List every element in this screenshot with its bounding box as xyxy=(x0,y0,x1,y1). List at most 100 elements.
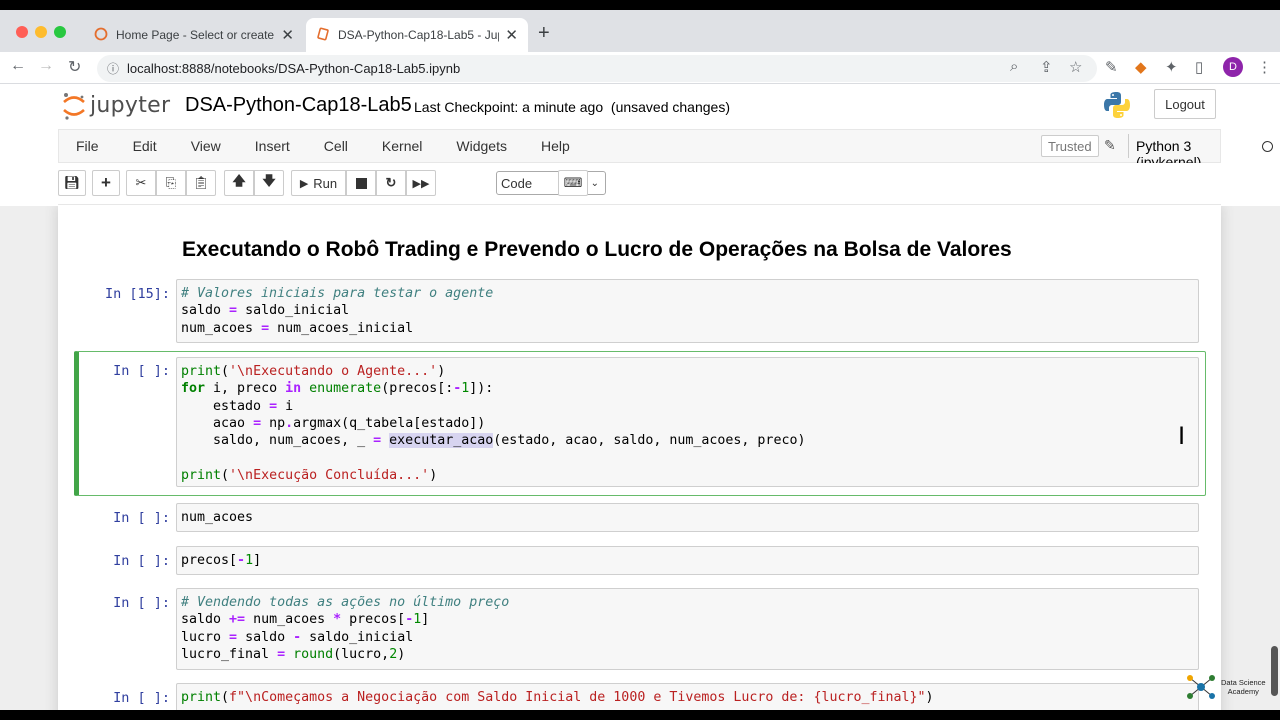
jupyter-header: jupyter DSA-Python-Cap18-Lab5 Last Check… xyxy=(0,84,1280,129)
menu-help[interactable]: Help xyxy=(524,138,587,154)
tab-title: Home Page - Select or create a notebook xyxy=(116,28,275,42)
dsa-line1: Data Science xyxy=(1221,678,1266,687)
profile-avatar[interactable]: D xyxy=(1223,57,1243,77)
cell-prompt: In [ ]: xyxy=(113,690,170,706)
logout-button[interactable]: Logout xyxy=(1154,89,1216,119)
scrollbar-thumb[interactable] xyxy=(1271,646,1278,696)
dsa-logo-text: Data Science Academy xyxy=(1221,678,1266,696)
code-cell-2[interactable]: print('\nExecutando o Agente...') for i,… xyxy=(176,357,1199,487)
code-cell-1[interactable]: # Valores iniciais para testar o agente … xyxy=(176,279,1199,343)
cell-prompt: In [15]: xyxy=(104,286,170,302)
zoom-icon[interactable]: ⌕ xyxy=(1010,58,1018,75)
chevron-down-icon: ⌄ xyxy=(590,177,599,189)
menu-insert[interactable]: Insert xyxy=(238,138,307,154)
run-label: Run xyxy=(313,175,338,191)
info-icon: ⓘ xyxy=(107,62,120,76)
command-palette-button[interactable]: ⌨ xyxy=(558,170,588,196)
menu-widgets[interactable]: Widgets xyxy=(439,138,524,154)
dsa-network-icon xyxy=(1187,675,1215,699)
screen: Home Page - Select or create a notebook … xyxy=(0,10,1280,710)
checkpoint-status: Last Checkpoint: a minute ago (unsaved c… xyxy=(414,99,730,115)
cut-cells-button[interactable]: ✂ xyxy=(126,170,156,196)
metamask-fox-icon[interactable]: ◆ xyxy=(1135,58,1147,76)
code-editor[interactable]: precos[-1] xyxy=(177,547,1198,569)
notebook-area: Executando o Robô Trading e Prevendo o L… xyxy=(0,206,1280,710)
forward-icon[interactable]: → xyxy=(38,57,54,75)
code-cell-6[interactable]: print(f"\nComeçamos a Negociação com Sal… xyxy=(176,683,1199,710)
scissors-icon: ✂ xyxy=(135,175,147,190)
plus-icon: + xyxy=(101,173,111,192)
jupyter-logo-text: jupyter xyxy=(90,92,171,118)
cell-prompt: In [ ]: xyxy=(113,510,170,526)
restart-run-all-button[interactable]: ▶▶ xyxy=(406,170,436,196)
new-tab-icon[interactable]: + xyxy=(538,22,550,45)
menu-kernel[interactable]: Kernel xyxy=(365,138,439,154)
close-tab-icon[interactable]: ✕ xyxy=(505,26,518,44)
autosave-status: (unsaved changes) xyxy=(610,99,730,115)
share-icon[interactable]: ⇪ xyxy=(1040,58,1053,76)
code-editor[interactable]: print('\nExecutando o Agente...') for i,… xyxy=(177,358,1198,484)
jupyter-tab-icon xyxy=(94,27,108,44)
cell-type-value: Code xyxy=(501,175,533,191)
markdown-heading: Executando o Robô Trading e Prevendo o L… xyxy=(182,238,1012,261)
menu-edit[interactable]: Edit xyxy=(116,138,174,154)
minimize-window-button[interactable] xyxy=(35,26,47,38)
notebook-tab-icon xyxy=(316,27,330,44)
cell-prompt: In [ ]: xyxy=(113,595,170,611)
code-editor[interactable]: # Vendendo todas as ações no último preç… xyxy=(177,589,1198,663)
tab-title: DSA-Python-Cap18-Lab5 - Jupyter Notebook xyxy=(338,28,499,42)
jupyter-logo[interactable]: jupyter xyxy=(62,91,171,120)
close-tab-icon[interactable]: ✕ xyxy=(281,26,294,44)
code-cell-3[interactable]: num_acoes xyxy=(176,503,1199,532)
code-editor[interactable]: # Valores iniciais para testar o agente … xyxy=(177,280,1198,337)
browser-tab-home[interactable]: Home Page - Select or create a notebook … xyxy=(84,18,304,52)
menubar: File Edit View Insert Cell Kernel Widget… xyxy=(58,129,1273,170)
run-button[interactable]: ▶ Run xyxy=(291,170,346,196)
divider xyxy=(1128,134,1129,158)
python-logo-icon xyxy=(1102,90,1132,125)
browser-tab-notebook[interactable]: DSA-Python-Cap18-Lab5 - Jupyter Notebook… xyxy=(306,18,528,52)
back-icon[interactable]: ← xyxy=(10,57,26,75)
trusted-indicator[interactable]: Trusted xyxy=(1041,135,1099,157)
move-up-button[interactable]: 🡅 xyxy=(224,170,254,196)
code-editor[interactable]: print(f"\nComeçamos a Negociação com Sal… xyxy=(177,684,1198,706)
reload-icon[interactable]: ↻ xyxy=(68,57,81,77)
play-icon: ▶ xyxy=(299,177,309,190)
cell-prompt: In [ ]: xyxy=(113,553,170,569)
copy-cells-button[interactable]: ⎘ xyxy=(156,170,186,196)
code-cell-4[interactable]: precos[-1] xyxy=(176,546,1199,575)
copy-icon: ⎘ xyxy=(165,175,177,190)
interrupt-button[interactable] xyxy=(346,170,376,196)
notebook-name[interactable]: DSA-Python-Cap18-Lab5 xyxy=(185,94,412,117)
menu-cell[interactable]: Cell xyxy=(307,138,365,154)
data-science-academy-logo: Data Science Academy xyxy=(1184,672,1266,702)
edit-mode-pencil-icon: ✎ xyxy=(1104,137,1116,153)
fast-forward-icon: ▶▶ xyxy=(412,177,430,190)
close-window-button[interactable] xyxy=(16,26,28,38)
restart-kernel-button[interactable]: ↻ xyxy=(376,170,406,196)
paste-icon: 📋︎ xyxy=(192,175,210,190)
jupyter-logo-icon xyxy=(62,91,86,120)
menu-file[interactable]: File xyxy=(59,138,116,154)
save-button[interactable]: 💾︎ xyxy=(58,170,86,196)
address-bar[interactable]: ⓘ localhost:8888/notebooks/DSA-Python-Ca… xyxy=(97,55,1097,82)
cell-prompt: In [ ]: xyxy=(113,363,170,379)
insert-cell-button[interactable]: + xyxy=(92,170,120,196)
maximize-window-button[interactable] xyxy=(54,26,66,38)
kernel-idle-indicator xyxy=(1262,141,1273,152)
bookmark-star-icon[interactable]: ☆ xyxy=(1069,58,1082,76)
save-icon: 💾︎ xyxy=(63,175,81,190)
notebook-toolbar: 💾︎ + ✂ ⎘ 📋︎ 🡅 🡇 ▶ Run ↻ ▶▶ Code ⌄ ⌨ xyxy=(58,163,1221,205)
extensions-puzzle-icon[interactable]: ✦ xyxy=(1165,58,1178,76)
code-cell-5[interactable]: # Vendendo todas as ações no último preç… xyxy=(176,588,1199,670)
menu-view[interactable]: View xyxy=(174,138,238,154)
code-editor[interactable]: num_acoes xyxy=(177,504,1198,526)
keyboard-icon: ⌨ xyxy=(563,175,583,190)
browser-toolbar: ← → ↻ ⓘ localhost:8888/notebooks/DSA-Pyt… xyxy=(0,52,1280,84)
cell-type-select[interactable]: Code ⌄ xyxy=(496,171,606,195)
extension-bird-icon[interactable]: ✎ xyxy=(1105,58,1118,76)
move-down-button[interactable]: 🡇 xyxy=(254,170,284,196)
paste-cells-button[interactable]: 📋︎ xyxy=(186,170,216,196)
sidebar-icon[interactable]: ▯ xyxy=(1195,58,1203,76)
kebab-menu-icon[interactable]: ⋮ xyxy=(1257,58,1272,76)
